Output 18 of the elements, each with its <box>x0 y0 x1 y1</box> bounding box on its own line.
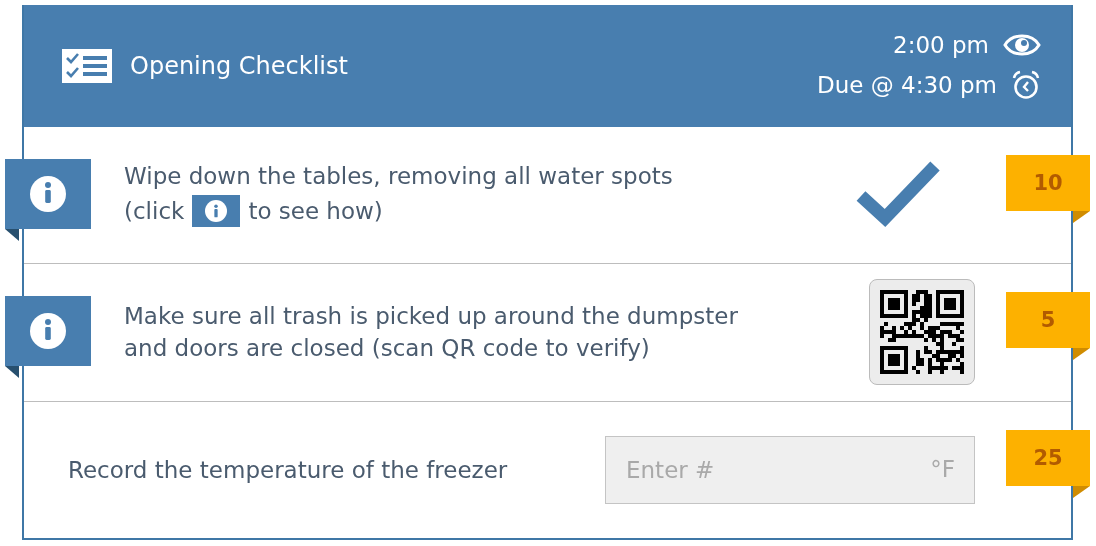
info-button[interactable] <box>5 159 91 242</box>
hint-text: (click <box>124 198 185 225</box>
due-time: Due @ 4:30 pm <box>816 72 997 98</box>
eye-icon <box>1003 32 1041 58</box>
checklist-title: Opening Checklist <box>130 52 348 80</box>
task-text: Make sure all trash is picked up around the dumpster <box>124 303 739 330</box>
alarm-clock-icon <box>1011 70 1041 100</box>
qr-code-tile[interactable] <box>869 279 975 386</box>
task-text: Record the temperature of the freezer <box>68 456 509 483</box>
info-icon <box>205 200 228 223</box>
task-text: Wipe down the tables, removing all water spots <box>124 163 674 190</box>
unit-label: °F <box>930 455 955 483</box>
task-text: and doors are closed (scan QR code to verify) <box>124 335 651 362</box>
qr-code-icon <box>880 290 964 375</box>
checklist-icon <box>62 49 112 83</box>
hint-text: to see how) <box>248 198 383 225</box>
current-time: 2:00 pm <box>893 32 989 58</box>
info-button[interactable] <box>5 296 91 379</box>
